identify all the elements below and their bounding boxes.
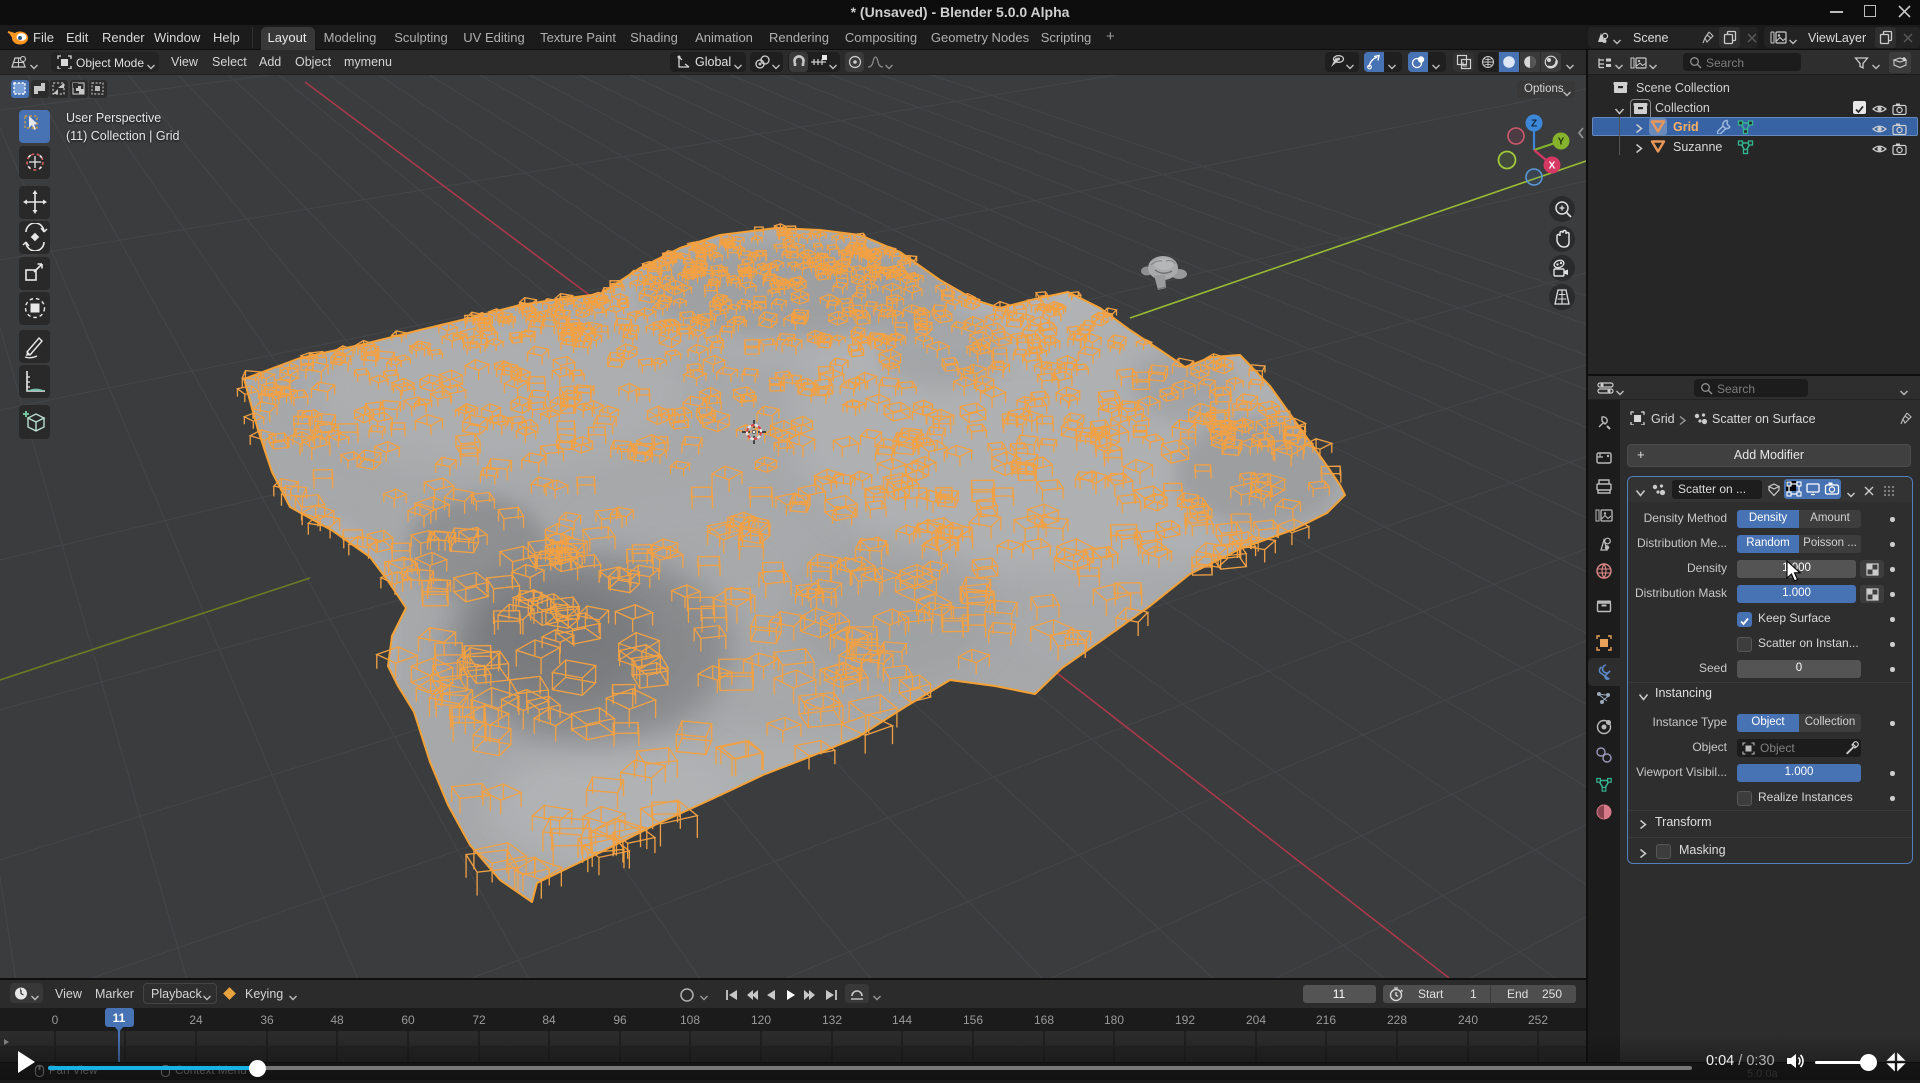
svg-text:X: X — [1549, 161, 1556, 172]
svg-text:Y: Y — [1558, 137, 1565, 148]
svg-text:Z: Z — [1531, 119, 1537, 130]
